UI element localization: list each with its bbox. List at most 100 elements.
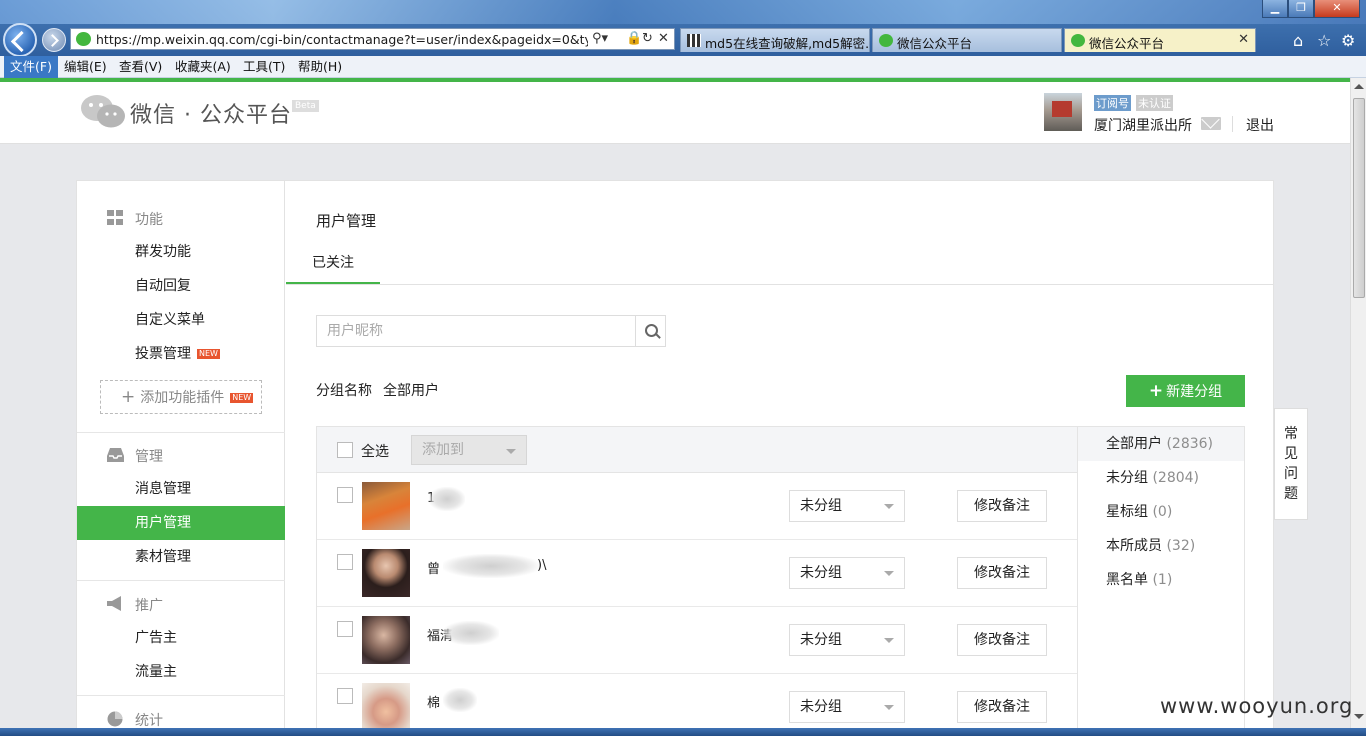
forward-button[interactable] (42, 28, 66, 52)
tab-wechat-1[interactable]: 微信公众平台 (872, 28, 1062, 52)
home-icon[interactable]: ⌂ (1293, 31, 1303, 50)
sidebar-category-manage: 管理 (107, 446, 163, 466)
new-group-button[interactable]: + 新建分组 (1126, 375, 1245, 407)
menu-view[interactable]: 查看(V) (113, 56, 168, 78)
menu-edit[interactable]: 编辑(E) (58, 56, 113, 78)
menu-help[interactable]: 帮助(H) (292, 56, 348, 78)
group-item-all[interactable]: 全部用户 (2836) (1078, 427, 1244, 461)
user-group-select[interactable]: 未分组 (789, 557, 905, 589)
select-all-checkbox[interactable] (337, 442, 353, 458)
user-checkbox[interactable] (337, 621, 353, 637)
avatar[interactable] (362, 549, 410, 597)
edit-remark-button[interactable]: 修改备注 (957, 624, 1047, 656)
scroll-up-icon[interactable] (1354, 84, 1364, 89)
group-item-ungrouped[interactable]: 未分组 (2804) (1078, 461, 1244, 495)
page-scrollbar[interactable] (1350, 78, 1366, 728)
faq-button[interactable]: 常 见 问 题 (1274, 408, 1308, 520)
user-group-value: 未分组 (800, 699, 842, 715)
mail-icon[interactable] (1201, 117, 1221, 130)
tab-followed[interactable]: 已关注 (286, 243, 380, 285)
sidebar-item-vote[interactable]: 投票管理 NEW (77, 337, 285, 371)
sidebar-item-publisher[interactable]: 流量主 (77, 655, 285, 689)
maximize-button[interactable]: ❐ (1288, 0, 1314, 18)
avatar[interactable] (362, 616, 410, 664)
sidebar-category-function: 功能 (107, 209, 163, 229)
stop-icon[interactable]: ✕ (658, 31, 669, 46)
edit-remark-button[interactable]: 修改备注 (957, 557, 1047, 589)
menu-file[interactable]: 文件(F) (4, 56, 58, 78)
address-url[interactable]: https://mp.weixin.qq.com/cgi-bin/contact… (96, 32, 588, 47)
add-plugin-button[interactable]: + 添加功能插件 NEW (100, 380, 262, 414)
pie-chart-icon (107, 711, 123, 727)
group-item-members[interactable]: 本所成员 (32) (1078, 529, 1244, 563)
group-count: (32) (1166, 538, 1196, 554)
sidebar-item-users[interactable]: 用户管理 (77, 506, 285, 540)
chevron-down-icon (884, 504, 894, 509)
group-label: 未分组 (1106, 470, 1148, 486)
sidebar-item-advertiser[interactable]: 广告主 (77, 621, 285, 655)
select-all-label[interactable]: 全选 (361, 441, 389, 461)
user-group-select[interactable]: 未分组 (789, 490, 905, 522)
sidebar: 功能 群发功能 自动回复 自定义菜单 投票管理 NEW + 添加功能插件 NEW 管理… (77, 181, 285, 728)
user-group-select[interactable]: 未分组 (789, 691, 905, 723)
sidebar-item-auto-reply[interactable]: 自动回复 (77, 269, 285, 303)
tab-md5[interactable]: md5在线查询破解,md5解密... (680, 28, 870, 52)
tab-title: 微信公众平台 (897, 36, 973, 51)
plus-icon: + (1148, 381, 1164, 401)
back-button[interactable] (3, 23, 37, 57)
user-checkbox[interactable] (337, 554, 353, 570)
user-checkbox[interactable] (337, 688, 353, 704)
platform-title[interactable]: 微信 · 公众平台 (130, 97, 292, 129)
wechat-logo-icon[interactable] (80, 94, 126, 130)
category-label: 管理 (135, 449, 163, 465)
plus-icon: + (121, 387, 136, 407)
scroll-down-icon[interactable] (1354, 714, 1364, 719)
minimize-button[interactable]: ▁ (1262, 0, 1288, 18)
account-avatar[interactable] (1044, 93, 1082, 131)
menu-favorites[interactable]: 收藏夹(A) (169, 56, 237, 78)
group-name-value: 全部用户 (383, 383, 439, 399)
sidebar-item-mass-send[interactable]: 群发功能 (77, 235, 285, 269)
edit-remark-button[interactable]: 修改备注 (957, 691, 1047, 723)
group-item-blacklist[interactable]: 黑名单 (1) (1078, 563, 1244, 597)
refresh-icon[interactable]: ↻ (642, 31, 653, 46)
avatar[interactable] (362, 683, 410, 728)
close-tab-icon[interactable]: ✕ (1238, 32, 1249, 47)
faq-char: 见 (1284, 446, 1298, 462)
user-checkbox[interactable] (337, 487, 353, 503)
browser-menu-bar: 文件(F) 编辑(E) 查看(V) 收藏夹(A) 工具(T) 帮助(H) (0, 56, 1366, 78)
group-item-starred[interactable]: 星标组 (0) (1078, 495, 1244, 529)
redacted-blur (443, 621, 499, 645)
add-to-dropdown[interactable]: 添加到 (411, 435, 527, 465)
user-group-select[interactable]: 未分组 (789, 624, 905, 656)
sidebar-item-messages[interactable]: 消息管理 (77, 472, 285, 506)
menu-tools[interactable]: 工具(T) (237, 56, 291, 78)
unverified-badge: 未认证 (1136, 95, 1173, 111)
search-dropdown-icon[interactable]: ⚲▾ (592, 31, 608, 46)
tab-title: md5在线查询破解,md5解密... (705, 36, 870, 51)
address-bar[interactable]: https://mp.weixin.qq.com/cgi-bin/contact… (70, 28, 675, 50)
avatar[interactable] (362, 482, 410, 530)
group-label: 全部用户 (1106, 436, 1162, 452)
search-icon[interactable] (635, 316, 665, 346)
category-label: 功能 (135, 212, 163, 228)
tab-divider (286, 284, 1274, 285)
sidebar-item-custom-menu[interactable]: 自定义菜单 (77, 303, 285, 337)
account-name[interactable]: 厦门湖里派出所 (1094, 115, 1192, 135)
edit-remark-button[interactable]: 修改备注 (957, 490, 1047, 522)
chevron-down-icon (884, 638, 894, 643)
lock-icon[interactable]: 🔒 (626, 31, 642, 46)
scroll-thumb[interactable] (1353, 98, 1365, 298)
user-nickname: 棉 (427, 696, 441, 711)
favorites-star-icon[interactable]: ☆ (1317, 31, 1331, 50)
nickname-search-input[interactable] (317, 316, 635, 346)
user-group-value: 未分组 (800, 498, 842, 514)
sidebar-item-material[interactable]: 素材管理 (77, 540, 285, 574)
tab-wechat-2[interactable]: 微信公众平台 ✕ (1064, 28, 1256, 52)
close-window-button[interactable]: ✕ (1314, 0, 1360, 18)
logout-link[interactable]: 退出 (1246, 115, 1274, 135)
page-title: 用户管理 (316, 212, 377, 230)
user-group-value: 未分组 (800, 632, 842, 648)
gear-icon[interactable]: ⚙ (1341, 31, 1355, 50)
subscription-badge: 订阅号 (1094, 95, 1131, 111)
